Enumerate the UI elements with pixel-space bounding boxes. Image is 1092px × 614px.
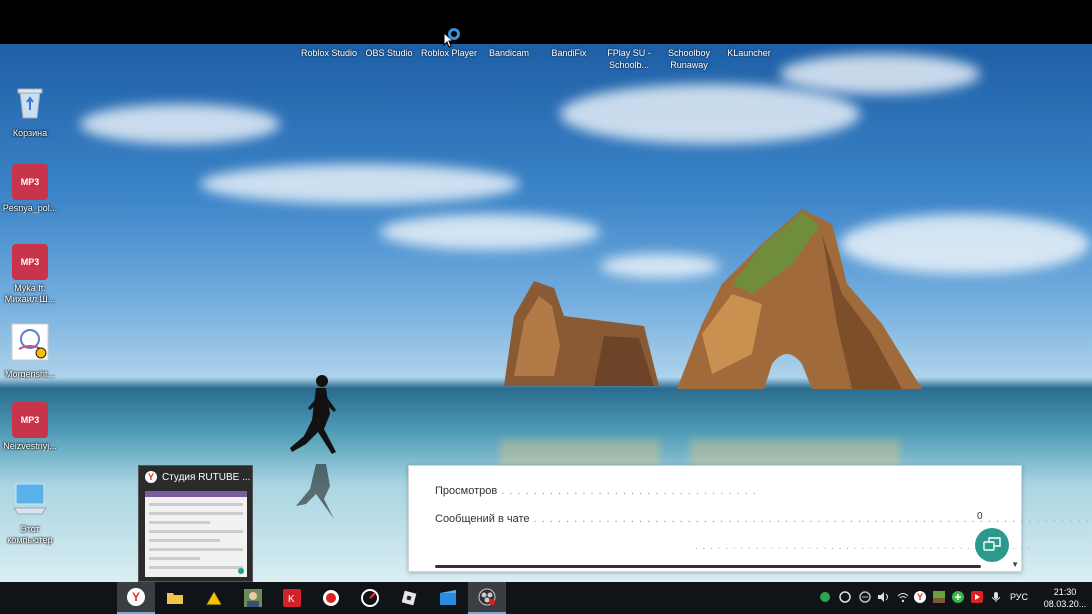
- taskbar-bandicam[interactable]: [351, 582, 389, 614]
- folder-icon: [167, 593, 183, 604]
- chat-messages-row: Сообщений в чате . . . . . . . . . . . .…: [435, 513, 1092, 525]
- views-row: Просмотров . . . . . . . . . . . . . . .…: [435, 485, 757, 497]
- kaspersky-icon: K: [283, 589, 301, 607]
- desktop-icon-label: Корзина: [12, 128, 48, 138]
- yandex-browser-icon: Y: [145, 471, 157, 483]
- desktop-icon-label: Pesnya_pol...: [2, 203, 58, 213]
- schoolboy-runaway-shortcut[interactable]: Schoolboy Runaway: [657, 47, 721, 71]
- computer-icon: [13, 483, 47, 515]
- taskbar-window-preview[interactable]: Y Студия RUTUBE ...: [138, 465, 253, 582]
- tray-microphone-icon[interactable]: [989, 590, 1003, 604]
- desktop-icon-label: Neizvestnyj...: [3, 441, 57, 451]
- obs-studio-shortcut[interactable]: OBS Studio: [357, 47, 421, 59]
- tray-youtube-icon[interactable]: [970, 590, 984, 604]
- tray-yandex-icon[interactable]: Y: [913, 590, 927, 604]
- stream-stats-panel: Просмотров . . . . . . . . . . . . . . .…: [408, 465, 1092, 572]
- taskbar-obs[interactable]: [468, 582, 506, 614]
- roblox-icon: [401, 590, 417, 606]
- taskbar-file-explorer[interactable]: [156, 582, 194, 614]
- cloud: [80, 104, 280, 144]
- tray-security-icon[interactable]: [818, 590, 832, 604]
- cloud: [200, 164, 520, 204]
- desktop-file-mp3[interactable]: MP3 Pesnya_pol...: [0, 164, 60, 213]
- klauncher-shortcut[interactable]: KLauncher: [717, 47, 781, 59]
- obs-icon: [478, 588, 496, 606]
- cloud: [380, 214, 600, 250]
- preview-title: Студия RUTUBE ...: [162, 471, 251, 483]
- desktop-icon-label: Morgensht...: [4, 369, 56, 379]
- this-pc-shortcut[interactable]: Этот компьютер: [0, 482, 60, 546]
- top-shortcut-row: Roblox Studio OBS Studio Roblox Player B…: [0, 44, 1092, 74]
- cloud: [560, 84, 860, 144]
- clock-time: 21:30: [1053, 587, 1077, 597]
- tray-volume-icon[interactable]: [876, 590, 890, 604]
- rock-small: [504, 281, 659, 386]
- avatar-app-icon: [244, 589, 262, 607]
- image-file-icon: [11, 323, 49, 361]
- bandicam-icon: [361, 589, 379, 607]
- mp3-file-icon: MP3: [12, 402, 48, 438]
- record-icon: [323, 590, 339, 606]
- taskbar: Y K Y РУС 21:30 08.03.20...: [0, 582, 1092, 614]
- top-black-bar: [0, 0, 1092, 44]
- tray-app-icon[interactable]: [858, 590, 872, 604]
- recycle-bin-icon[interactable]: Корзина: [0, 86, 60, 138]
- scroll-down-icon[interactable]: ▼: [1011, 560, 1019, 569]
- desktop-icon-label: Myka ft. Михаил Ш...: [4, 283, 56, 304]
- desktop-file-image[interactable]: Morgensht...: [0, 323, 60, 379]
- clock-date: 08.03.20...: [1043, 599, 1087, 609]
- fplay-shortcut[interactable]: FPlay SU - Schoolb...: [597, 47, 661, 71]
- chat-button[interactable]: [975, 528, 1009, 562]
- horizontal-scrollbar[interactable]: [435, 565, 981, 568]
- desktop-file-mp3[interactable]: MP3 Myka ft. Михаил Ш...: [0, 244, 60, 305]
- taskbar-windows-store[interactable]: [429, 582, 467, 614]
- tray-minecraft-icon[interactable]: [932, 590, 946, 604]
- preview-thumbnail[interactable]: [145, 491, 247, 577]
- yandex-browser-icon: Y: [127, 588, 145, 606]
- recycle-bin-icon: [17, 88, 43, 119]
- svg-text:K: K: [288, 594, 295, 605]
- language-indicator[interactable]: РУС: [1010, 592, 1028, 602]
- yandex-browser-icon: Y: [914, 591, 926, 603]
- views-label: Просмотров: [435, 485, 498, 497]
- taskbar-yandex-browser[interactable]: Y: [117, 582, 155, 614]
- triangle-app-icon: [205, 590, 223, 606]
- chat-messages-value: 0: [977, 511, 983, 522]
- chat-messages-label: Сообщений в чате: [435, 513, 530, 525]
- tray-wifi-icon[interactable]: [896, 590, 910, 604]
- taskbar-record[interactable]: [312, 582, 350, 614]
- taskbar-avatar-app[interactable]: [234, 582, 272, 614]
- desktop-file-mp3[interactable]: MP3 Neizvestnyj...: [0, 402, 60, 451]
- roblox-player-shortcut[interactable]: Roblox Player: [417, 47, 481, 59]
- tray-steam-icon[interactable]: [838, 590, 852, 604]
- bandicam-shortcut[interactable]: Bandicam: [477, 47, 541, 59]
- windows-store-icon: [440, 590, 456, 605]
- taskbar-app-triangle[interactable]: [195, 582, 233, 614]
- bandifix-shortcut[interactable]: BandiFix: [537, 47, 601, 59]
- taskbar-kaspersky[interactable]: K: [273, 582, 311, 614]
- mp3-file-icon: MP3: [12, 244, 48, 280]
- taskbar-roblox[interactable]: [390, 582, 428, 614]
- roblox-studio-shortcut[interactable]: Roblox Studio: [297, 47, 361, 59]
- desktop-icon-label: Этот компьютер: [7, 524, 53, 545]
- taskbar-clock[interactable]: 21:30 08.03.20...: [1038, 586, 1092, 610]
- tray-plus-icon[interactable]: [951, 590, 965, 604]
- chat-bubbles-icon: [983, 537, 1001, 551]
- runner-silhouette: [290, 375, 336, 519]
- rock-arch: [677, 209, 922, 389]
- mp3-file-icon: MP3: [12, 164, 48, 200]
- loading-spinner-icon: [448, 28, 460, 40]
